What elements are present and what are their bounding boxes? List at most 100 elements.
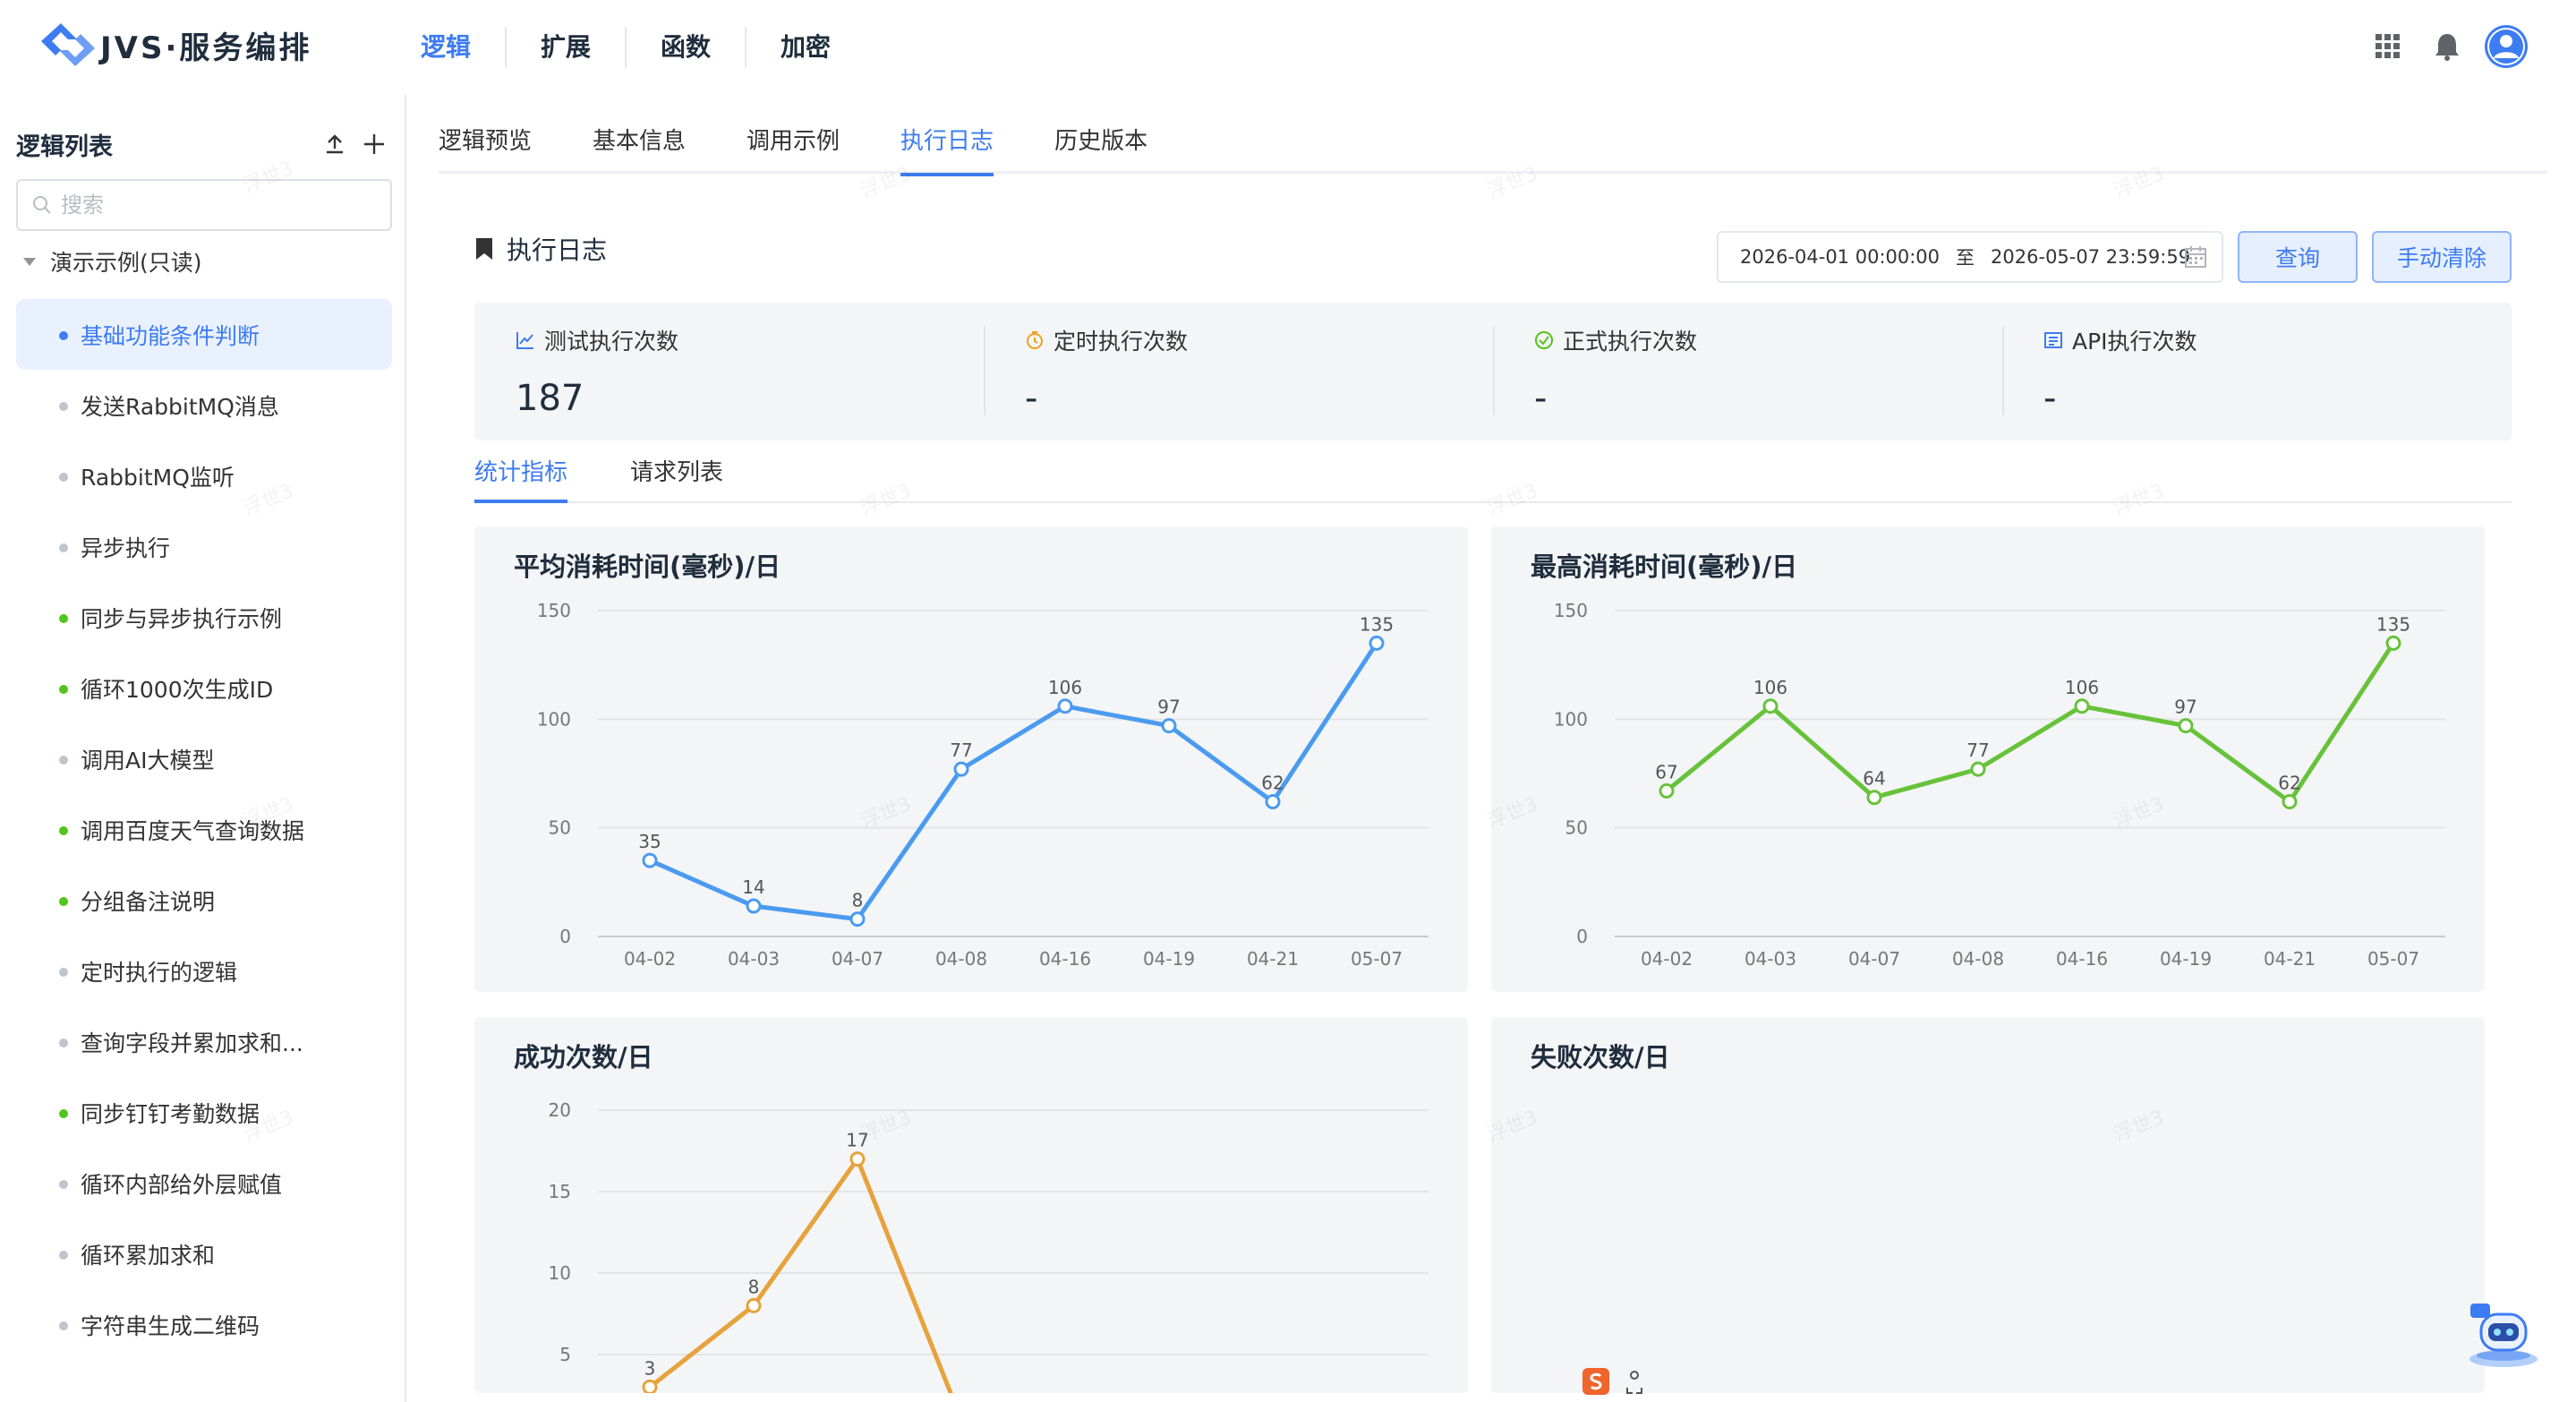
status-dot bbox=[59, 402, 68, 411]
plus-icon[interactable] bbox=[356, 126, 392, 162]
user-avatar-icon[interactable] bbox=[2481, 21, 2531, 72]
logic-list-item[interactable]: 发送RabbitMQ消息 bbox=[16, 370, 392, 440]
search-input[interactable] bbox=[61, 192, 365, 218]
x-tick-label: 04-02 bbox=[1641, 948, 1693, 970]
apps-grid-icon[interactable] bbox=[2363, 21, 2413, 72]
data-point[interactable] bbox=[1659, 782, 1675, 799]
bell-icon[interactable] bbox=[2422, 21, 2472, 72]
logic-item-label: 循环内部给外层赋值 bbox=[81, 1171, 283, 1198]
date-start[interactable]: 2026-04-01 00:00:00 bbox=[1740, 246, 1940, 268]
subtab-item[interactable]: 请求列表 bbox=[630, 451, 723, 501]
logic-list-item[interactable]: 调用AI大模型 bbox=[16, 723, 392, 794]
upload-icon[interactable] bbox=[317, 126, 353, 162]
data-point[interactable] bbox=[1161, 718, 1177, 734]
status-dot bbox=[59, 1039, 68, 1047]
ai-assistant-icon[interactable] bbox=[2463, 1298, 2544, 1370]
chart-card-max-time: 最高消耗时间(毫秒)/日 0 50 100 150 04-02 04-03 04-07 04-… bbox=[1491, 526, 2485, 992]
status-dot bbox=[59, 614, 68, 623]
date-range-picker[interactable]: 2026-04-01 00:00:00 至 2026-05-07 23:59:5… bbox=[1717, 231, 2223, 283]
logic-list-item[interactable]: 分组备注说明 bbox=[16, 865, 392, 936]
logic-list-item[interactable]: 字符串生成二维码 bbox=[16, 1289, 392, 1360]
data-point[interactable] bbox=[2074, 698, 2090, 714]
logic-item-label: 查询字段并累加求和... bbox=[81, 1030, 303, 1056]
check-shield-icon bbox=[1534, 330, 1554, 350]
logic-list-item[interactable]: 调用百度天气查询数据 bbox=[16, 794, 392, 865]
y-tick-label: 15 bbox=[549, 1181, 571, 1202]
logic-item-label: 基础功能条件判断 bbox=[81, 322, 260, 349]
group-toggle[interactable]: 演示示例(只读) bbox=[23, 245, 202, 278]
logic-list-item[interactable]: 查询字段并累加求和... bbox=[16, 1006, 392, 1077]
data-point[interactable] bbox=[1369, 635, 1385, 651]
x-tick-label: 04-08 bbox=[935, 948, 987, 970]
data-point[interactable] bbox=[1970, 761, 1986, 777]
data-point[interactable] bbox=[2282, 794, 2298, 810]
data-label: 106 bbox=[2065, 677, 2099, 698]
logic-list-item[interactable]: 同步与异步执行示例 bbox=[16, 582, 392, 653]
chart-card-failure: 失败次数/日 bbox=[1491, 1017, 2485, 1393]
sub-tabs: 统计指标 请求列表 bbox=[474, 451, 2512, 503]
logic-list-item[interactable]: 循环累加求和 bbox=[16, 1218, 392, 1289]
stat-value: 187 bbox=[516, 378, 584, 419]
nav-item[interactable]: 函数 bbox=[625, 27, 745, 68]
logic-list-item[interactable]: 同步钉钉考勤数据 bbox=[16, 1077, 392, 1148]
main-tabs: 逻辑预览 基本信息 调用示例 执行日志 历史版本 bbox=[439, 116, 2547, 176]
data-point[interactable] bbox=[2385, 635, 2401, 651]
stat-label: 测试执行次数 bbox=[544, 329, 679, 355]
tab-item[interactable]: 逻辑预览 bbox=[439, 116, 532, 174]
tab-item[interactable]: 执行日志 bbox=[900, 116, 994, 176]
tab-item[interactable]: 基本信息 bbox=[593, 116, 686, 174]
timer-icon bbox=[1025, 330, 1045, 350]
data-point[interactable] bbox=[849, 911, 866, 928]
stat-card: 测试执行次数 187 bbox=[474, 303, 984, 440]
logic-list-item[interactable]: 异步执行 bbox=[16, 511, 392, 582]
data-point[interactable] bbox=[2178, 718, 2194, 734]
logic-item-label: 异步执行 bbox=[81, 534, 171, 561]
data-point[interactable] bbox=[849, 1151, 866, 1167]
stat-card: 定时执行次数 - bbox=[984, 303, 1493, 440]
data-point[interactable] bbox=[746, 898, 762, 914]
x-tick-label: 04-19 bbox=[1143, 948, 1195, 970]
tab-item[interactable]: 调用示例 bbox=[746, 116, 840, 174]
y-tick-label: 150 bbox=[537, 600, 571, 621]
sidebar-search[interactable] bbox=[16, 179, 392, 231]
chart-card-avg-time: 平均消耗时间(毫秒)/日 0 50 100 150 04-02 04-03 04-07 04-… bbox=[474, 526, 1468, 992]
clear-button[interactable]: 手动清除 bbox=[2372, 231, 2512, 283]
nav-item[interactable]: 加密 bbox=[745, 27, 865, 68]
stat-header: API执行次数 bbox=[2043, 324, 2512, 356]
y-tick-label: 0 bbox=[1576, 926, 1588, 947]
data-point[interactable] bbox=[1866, 790, 1882, 806]
sidebar-header: 逻辑列表 bbox=[16, 122, 392, 167]
data-point[interactable] bbox=[1057, 698, 1073, 714]
sidebar-title: 逻辑列表 bbox=[16, 133, 113, 161]
sidebar: 逻辑列表 演示示例(只读) 基础功能条件判断发送RabbitMQ消息 Rabbit… bbox=[0, 95, 406, 1402]
data-point[interactable] bbox=[642, 852, 658, 868]
stat-value: - bbox=[1534, 378, 1548, 419]
logic-list-item[interactable]: 循环1000次生成ID bbox=[16, 653, 392, 723]
status-dot bbox=[59, 331, 68, 340]
data-point[interactable] bbox=[642, 1379, 658, 1393]
api-doc-icon bbox=[2043, 330, 2063, 350]
query-button[interactable]: 查询 bbox=[2238, 231, 2358, 283]
logic-list-item[interactable]: RabbitMQ监听 bbox=[16, 440, 392, 511]
input-method-widget[interactable] bbox=[1582, 1368, 1645, 1395]
nav-item[interactable]: 扩展 bbox=[505, 27, 625, 68]
logo[interactable]: JVS·服务编排 bbox=[41, 18, 311, 72]
x-tick-label: 04-19 bbox=[2160, 948, 2212, 970]
subtab-item[interactable]: 统计指标 bbox=[474, 451, 568, 503]
y-tick-label: 5 bbox=[559, 1344, 571, 1365]
data-point[interactable] bbox=[1265, 794, 1281, 810]
x-tick-label: 04-07 bbox=[1848, 948, 1900, 970]
y-tick-label: 50 bbox=[549, 817, 571, 839]
date-end[interactable]: 2026-05-07 23:59:59 bbox=[1991, 246, 2190, 268]
data-label: 17 bbox=[846, 1130, 868, 1151]
ime-s-icon bbox=[1582, 1368, 1609, 1395]
stat-value: - bbox=[2043, 378, 2057, 419]
nav-item[interactable]: 逻辑 bbox=[401, 27, 505, 68]
tab-item[interactable]: 历史版本 bbox=[1054, 116, 1147, 174]
data-point[interactable] bbox=[1762, 698, 1778, 714]
logic-list-item[interactable]: 基础功能条件判断 bbox=[16, 299, 392, 370]
logic-list-item[interactable]: 定时执行的逻辑 bbox=[16, 936, 392, 1006]
logic-list-item[interactable]: 循环内部给外层赋值 bbox=[16, 1148, 392, 1218]
data-point[interactable] bbox=[746, 1297, 762, 1313]
data-point[interactable] bbox=[953, 761, 969, 777]
